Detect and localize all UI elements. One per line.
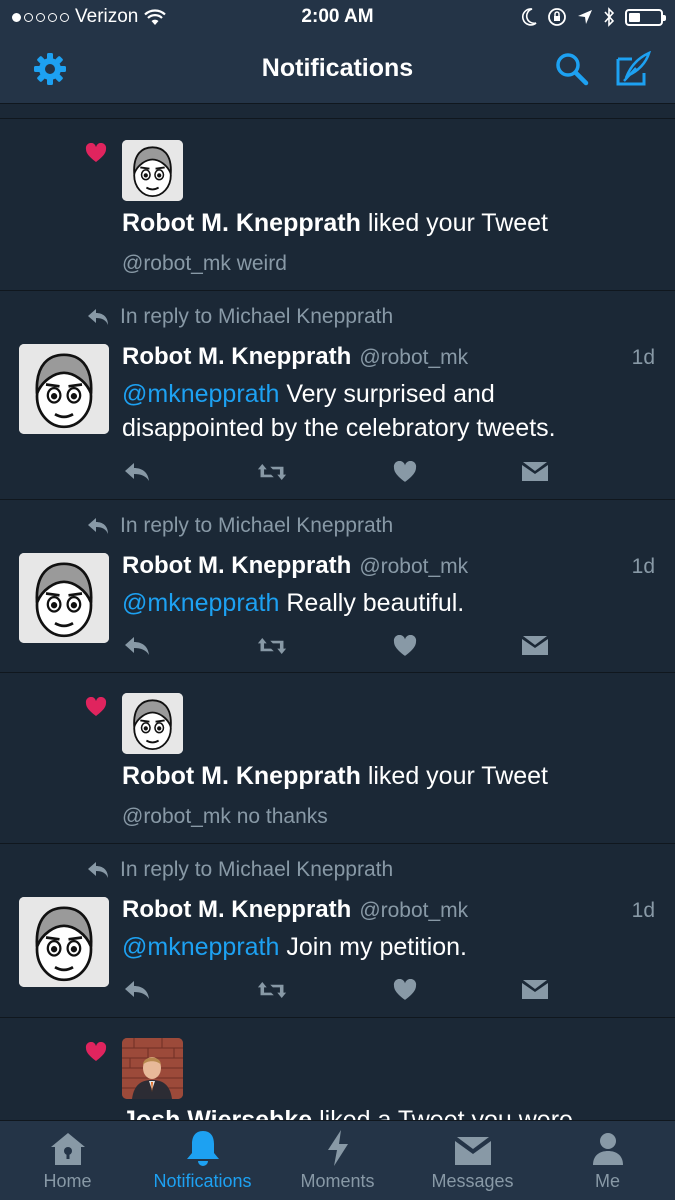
tab-home[interactable]: Home (0, 1121, 135, 1200)
user-name[interactable]: Robot M. Knepprath (122, 343, 351, 371)
lightning-icon (327, 1130, 348, 1166)
signal-strength-icon (12, 12, 69, 22)
carrier-label: Verizon (75, 6, 139, 27)
tweet-actions (122, 631, 552, 661)
reply-context-icon (88, 309, 108, 325)
user-name[interactable]: Josh Wiersebke (122, 1106, 312, 1120)
notification-reply[interactable]: In reply to Michael Knepprath Robot M. K… (0, 290, 675, 499)
tweet-time: 1d (631, 899, 655, 922)
status-bar: Verizon 2:00 AM (0, 0, 675, 34)
heart-icon (85, 143, 107, 162)
battery-icon (625, 8, 666, 26)
reply-context: In reply to Michael Knepprath (86, 514, 393, 538)
tab-messages[interactable]: Messages (405, 1121, 540, 1200)
tweet-actions (122, 975, 552, 1005)
user-name[interactable]: Robot M. Knepprath (122, 762, 361, 790)
rotation-lock-icon (548, 8, 566, 26)
user-name[interactable]: Robot M. Knepprath (122, 209, 361, 237)
heart-icon[interactable] (390, 631, 420, 661)
avatar[interactable] (19, 897, 109, 987)
home-icon (50, 1133, 85, 1165)
direct-message-icon[interactable] (520, 457, 550, 487)
tweet-text: @mknepprath Join my petition. (122, 933, 467, 961)
like-description: Robot M. Knepprath liked your Tweet (122, 209, 549, 237)
notifications-feed[interactable]: Robot M. Knepprath liked your Tweet @rob… (0, 104, 675, 1120)
envelope-icon (454, 1137, 491, 1165)
tweet-time: 1d (631, 555, 655, 578)
nav-bar: Notifications (0, 34, 675, 104)
tab-moments[interactable]: Moments (270, 1121, 405, 1200)
tweet-actions (122, 457, 552, 487)
tweet-time: 1d (631, 346, 655, 369)
tweet-header: Robot M. Knepprath @robot_mk 1d (122, 343, 655, 371)
like-description: Josh Wiersebke liked a Tweet you were (122, 1106, 573, 1120)
location-arrow-icon (578, 10, 592, 24)
tab-me[interactable]: Me (540, 1121, 675, 1200)
mention-link[interactable]: @mknepprath (122, 933, 279, 961)
reply-icon[interactable] (122, 631, 152, 661)
avatar[interactable] (19, 553, 109, 643)
user-handle[interactable]: @robot_mk (359, 346, 468, 370)
mention-link[interactable]: @mknepprath (122, 380, 279, 408)
compose-tweet-icon[interactable] (611, 47, 655, 91)
notification-like[interactable]: Robot M. Knepprath liked your Tweet @rob… (0, 672, 675, 843)
reply-icon[interactable] (122, 975, 152, 1005)
retweet-icon[interactable] (257, 457, 287, 487)
heart-icon[interactable] (390, 457, 420, 487)
settings-gear-icon[interactable] (28, 47, 72, 91)
moon-icon (522, 8, 537, 26)
person-icon (592, 1133, 623, 1165)
search-icon[interactable] (550, 47, 594, 91)
notification-reply[interactable]: In reply to Michael Knepprath Robot M. K… (0, 843, 675, 1017)
avatar[interactable] (19, 344, 109, 434)
reply-context: In reply to Michael Knepprath (86, 305, 393, 329)
retweet-icon[interactable] (257, 631, 287, 661)
mention-link[interactable]: @mknepprath (122, 589, 279, 617)
user-handle[interactable]: @robot_mk (359, 899, 468, 923)
reply-context: In reply to Michael Knepprath (86, 858, 393, 882)
like-description: Robot M. Knepprath liked your Tweet (122, 762, 549, 790)
notification-like[interactable]: Robot M. Knepprath liked your Tweet @rob… (0, 118, 675, 290)
retweet-icon[interactable] (257, 975, 287, 1005)
tab-bar: Home Notifications Moments Messages Me (0, 1120, 675, 1200)
heart-icon[interactable] (390, 975, 420, 1005)
avatar[interactable] (122, 140, 183, 201)
bluetooth-icon (604, 7, 615, 27)
tweet-text: @mknepprath Really beautiful. (122, 589, 465, 617)
avatar[interactable] (122, 693, 183, 754)
reply-context-icon (88, 862, 108, 878)
heart-icon (85, 697, 107, 716)
user-name[interactable]: Robot M. Knepprath (122, 552, 351, 580)
reply-context-icon (88, 518, 108, 534)
bell-icon (186, 1131, 219, 1166)
avatar[interactable] (122, 1038, 183, 1099)
liked-tweet-preview[interactable]: @robot_mk no thanks (122, 805, 328, 829)
notification-reply[interactable]: In reply to Michael Knepprath Robot M. K… (0, 499, 675, 672)
tweet-header: Robot M. Knepprath @robot_mk 1d (122, 896, 655, 924)
direct-message-icon[interactable] (520, 975, 550, 1005)
notification-like[interactable] (0, 1017, 675, 1120)
tweet-header: Robot M. Knepprath @robot_mk 1d (122, 552, 655, 580)
user-name[interactable]: Robot M. Knepprath (122, 896, 351, 924)
tweet-text: @mknepprath Very surprised and disappoin… (122, 380, 556, 442)
reply-icon[interactable] (122, 457, 152, 487)
tab-notifications[interactable]: Notifications (135, 1121, 270, 1200)
direct-message-icon[interactable] (520, 631, 550, 661)
liked-tweet-preview[interactable]: @robot_mk weird (122, 252, 287, 276)
user-handle[interactable]: @robot_mk (359, 555, 468, 579)
heart-icon (85, 1042, 107, 1061)
page-title: Notifications (261, 54, 414, 82)
wifi-icon (144, 8, 167, 25)
